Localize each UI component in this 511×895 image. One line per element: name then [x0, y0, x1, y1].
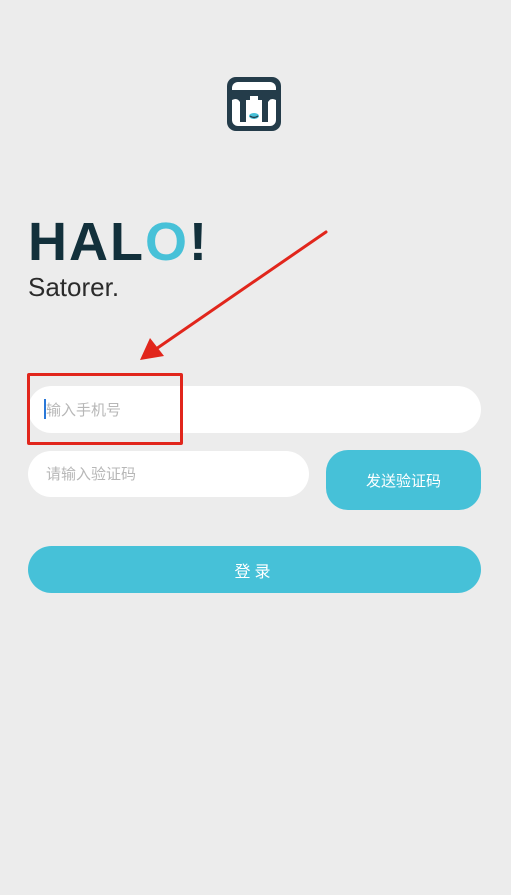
verification-code-input[interactable] [28, 451, 309, 497]
send-code-button[interactable]: 发送验证码 [326, 450, 481, 510]
halo-prefix: HAL [28, 212, 145, 272]
annotation-arrow-icon [140, 230, 328, 360]
annotation-highlight-box [27, 373, 183, 445]
login-label: 登录 [234, 561, 275, 581]
halo-o-letter: O [144, 212, 189, 272]
app-logo-icon [227, 77, 281, 131]
login-button[interactable]: 登录 [28, 546, 481, 593]
send-code-label: 发送验证码 [365, 471, 441, 490]
subtitle: Satorer. [28, 272, 120, 302]
halo-heading: HALO! [28, 212, 209, 272]
halo-exclamation: ! [189, 212, 209, 272]
